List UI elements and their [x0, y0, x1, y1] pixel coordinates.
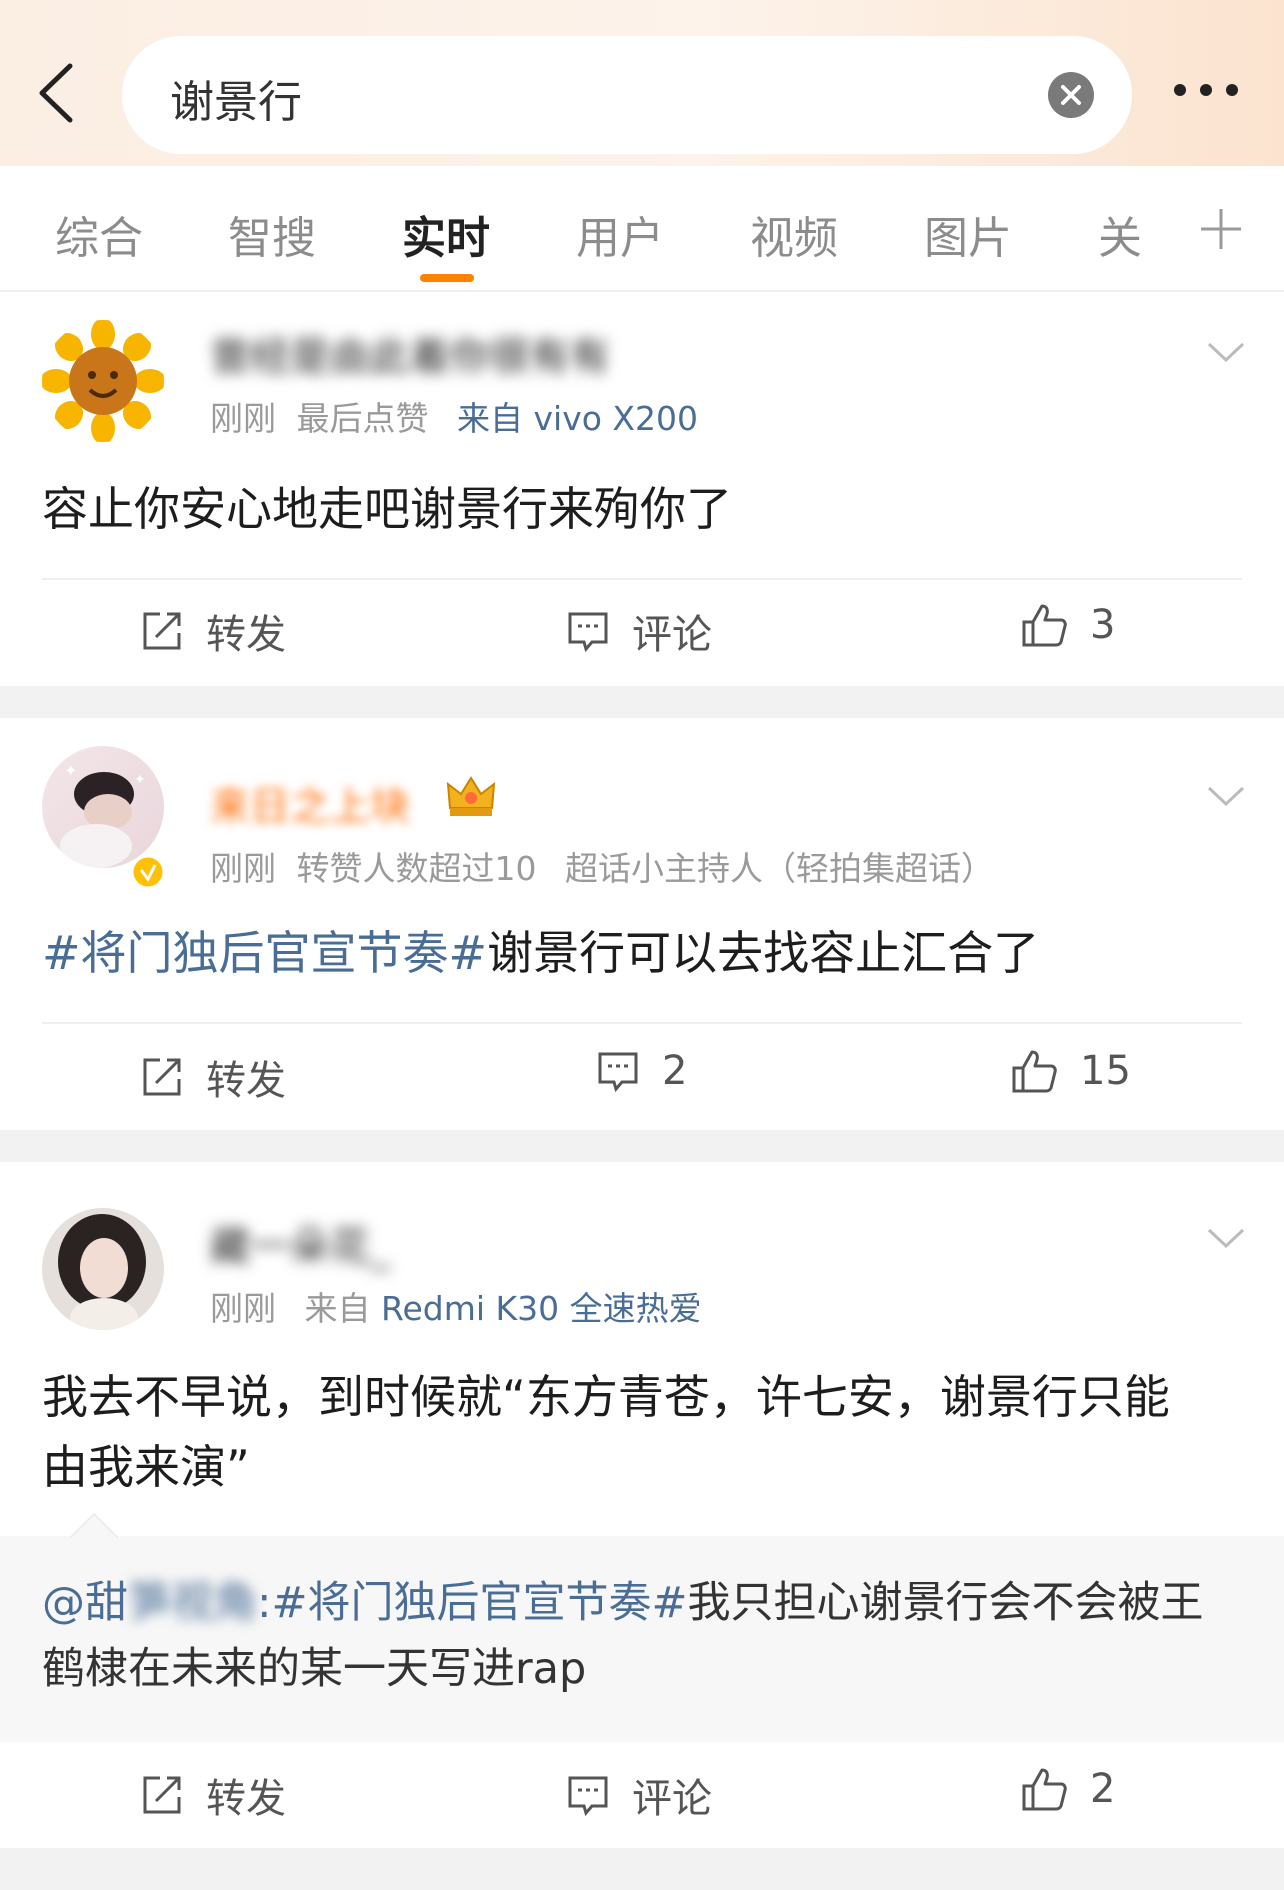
user-photo-icon: [58, 1214, 146, 1330]
username[interactable]: 藏一朵花_: [210, 1214, 390, 1272]
username[interactable]: 来日之上块: [210, 774, 410, 832]
thumbs-up-icon: [1022, 604, 1067, 647]
comment-icon: [568, 612, 608, 653]
topic-link[interactable]: #将门独后官宣节奏#: [42, 926, 487, 980]
quoted-post[interactable]: @甜笋视角:#将门独后官宣节奏#我只担心谢景行会不会被王 鹤棣在未来的某一天写进…: [0, 1512, 1284, 1742]
post-source[interactable]: Redmi K30 全速热爱: [381, 1289, 702, 1328]
clear-search-button[interactable]: [1048, 72, 1094, 118]
quote-pointer: [70, 1512, 118, 1538]
comment-icon: [568, 1776, 608, 1817]
like-button[interactable]: 15: [1010, 1048, 1131, 1094]
chevron-down-icon[interactable]: [1206, 1226, 1246, 1250]
mention-link[interactable]: @甜: [42, 1578, 128, 1628]
quoted-post-text: @甜笋视角:#将门独后官宣节奏#我只担心谢景行会不会被王 鹤棣在未来的某一天写进…: [42, 1570, 1252, 1702]
repost-button[interactable]: 转发: [140, 602, 286, 660]
post-text: 我去不早说，到时候就“东方青苍，许七安，谢景行只能 由我来演”: [42, 1362, 1242, 1502]
comment-button[interactable]: 评论: [566, 602, 712, 660]
close-icon: [1061, 85, 1081, 105]
chevron-left-icon: [39, 63, 73, 123]
add-tab-button[interactable]: [1198, 206, 1244, 252]
repost-label: 转发: [206, 1776, 286, 1822]
tab-comprehensive[interactable]: 综合: [55, 202, 143, 266]
search-query: 谢景行: [170, 77, 302, 128]
comment-count: 2: [662, 1048, 688, 1094]
tab-videos[interactable]: 视频: [750, 202, 838, 266]
comment-label: 评论: [632, 1776, 712, 1822]
tab-realtime[interactable]: 实时: [402, 202, 490, 266]
post-separator: [0, 1130, 1284, 1162]
crown-badge-icon: [446, 776, 496, 816]
tab-images[interactable]: 图片: [924, 202, 1012, 266]
like-count: 3: [1090, 602, 1116, 648]
comment-label: 评论: [632, 612, 712, 658]
post-text: #将门独后官宣节奏#谢景行可以去找容止汇合了: [42, 918, 1242, 988]
active-tab-indicator: [420, 274, 474, 282]
thumbs-up-icon: [1012, 1050, 1057, 1093]
chevron-down-icon[interactable]: [1206, 340, 1246, 364]
post-meta: 刚刚 最后点赞 来自 vivo X200: [210, 392, 698, 440]
mention-link-blurred[interactable]: 笋视角: [128, 1578, 257, 1628]
more-dots-icon: [1174, 84, 1238, 96]
repost-button[interactable]: 转发: [140, 1048, 286, 1106]
divider: [42, 1022, 1242, 1024]
post-text-line: 由我来演”: [42, 1440, 250, 1494]
like-button[interactable]: 3: [1020, 602, 1115, 648]
quoted-text: 鹤棣在未来的某一天写进rap: [42, 1644, 587, 1694]
divider: [42, 578, 1242, 580]
verified-badge-icon: [130, 854, 166, 890]
thumbs-up-icon: [1022, 1768, 1067, 1811]
post-time: 刚刚: [210, 399, 276, 438]
like-count: 15: [1080, 1048, 1131, 1094]
post-separator: [0, 1848, 1284, 1890]
post-info: 转赞人数超过10: [296, 849, 537, 888]
more-options-button[interactable]: [1170, 78, 1242, 102]
post-card[interactable]: 曾经是由此着你很有有 刚刚 最后点赞 来自 vivo X200 容止你安心地走吧…: [0, 292, 1284, 684]
post-source: 超话小主持人（轻拍集超话）: [565, 849, 994, 888]
topic-link[interactable]: :#将门独后官宣节奏#: [257, 1578, 688, 1628]
search-input[interactable]: 谢景行: [122, 36, 1132, 154]
comment-button[interactable]: 2: [596, 1048, 687, 1094]
repost-label: 转发: [206, 612, 286, 658]
post-meta: 刚刚 来自 Redmi K30 全速热爱: [210, 1282, 702, 1330]
sunflower-avatar-icon: [42, 320, 164, 442]
plus-icon: [1201, 209, 1241, 249]
post-source: 来自 vivo X200: [457, 399, 698, 438]
avatar[interactable]: ✦ ✦: [42, 746, 164, 868]
post-separator: [0, 686, 1284, 718]
repost-button[interactable]: 转发: [140, 1766, 286, 1824]
repost-icon: [143, 1776, 181, 1814]
back-button[interactable]: [28, 58, 88, 128]
post-source-prefix: 来自: [304, 1289, 371, 1328]
search-header: 谢景行: [0, 0, 1284, 166]
tab-follow[interactable]: 关: [1098, 202, 1142, 266]
post-card[interactable]: ✦ ✦ 来日之上块 刚刚 转赞人数超过10 超话小主持人（轻拍集超话） #将门独…: [0, 718, 1284, 1130]
post-body: 谢景行可以去找容止汇合了: [487, 926, 1040, 980]
post-text: 容止你安心地走吧谢景行来殉你了: [42, 482, 732, 536]
repost-label: 转发: [206, 1058, 286, 1104]
post-text-line: 我去不早说，到时候就“东方青苍，许七安，谢景行只能: [42, 1370, 1170, 1424]
tab-smart-search[interactable]: 智搜: [228, 202, 316, 266]
comment-icon: [598, 1052, 638, 1093]
svg-text:✦: ✦: [134, 772, 146, 788]
username[interactable]: 曾经是由此着你很有有: [210, 324, 610, 382]
avatar[interactable]: [42, 320, 164, 442]
like-button[interactable]: 2: [1020, 1766, 1115, 1812]
post-info: 最后点赞: [296, 399, 429, 438]
repost-icon: [143, 612, 181, 650]
comment-button[interactable]: 评论: [566, 1766, 712, 1824]
tab-users[interactable]: 用户: [576, 202, 664, 266]
post-time: 刚刚: [210, 1289, 276, 1328]
user-photo-icon: ✦ ✦: [60, 761, 146, 868]
avatar[interactable]: [42, 1208, 164, 1330]
search-tabs: 综合 智搜 实时 用户 视频 图片 关: [0, 166, 1284, 292]
post-meta: 刚刚 转赞人数超过10 超话小主持人（轻拍集超话）: [210, 842, 994, 890]
like-count: 2: [1090, 1766, 1116, 1812]
post-card[interactable]: 藏一朵花_ 刚刚 来自 Redmi K30 全速热爱 我去不早说，到时候就“东方…: [0, 1162, 1284, 1848]
repost-icon: [143, 1058, 181, 1096]
svg-text:✦: ✦: [64, 761, 77, 780]
quoted-text: 我只担心谢景行会不会被王: [687, 1578, 1204, 1628]
chevron-down-icon[interactable]: [1206, 784, 1246, 808]
post-time: 刚刚: [210, 849, 276, 888]
